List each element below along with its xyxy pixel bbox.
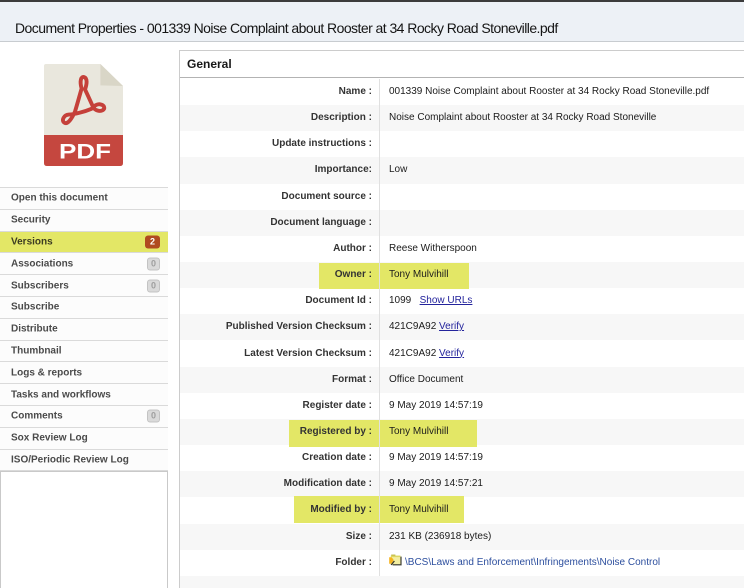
svg-text:PDF: PDF (59, 139, 111, 163)
